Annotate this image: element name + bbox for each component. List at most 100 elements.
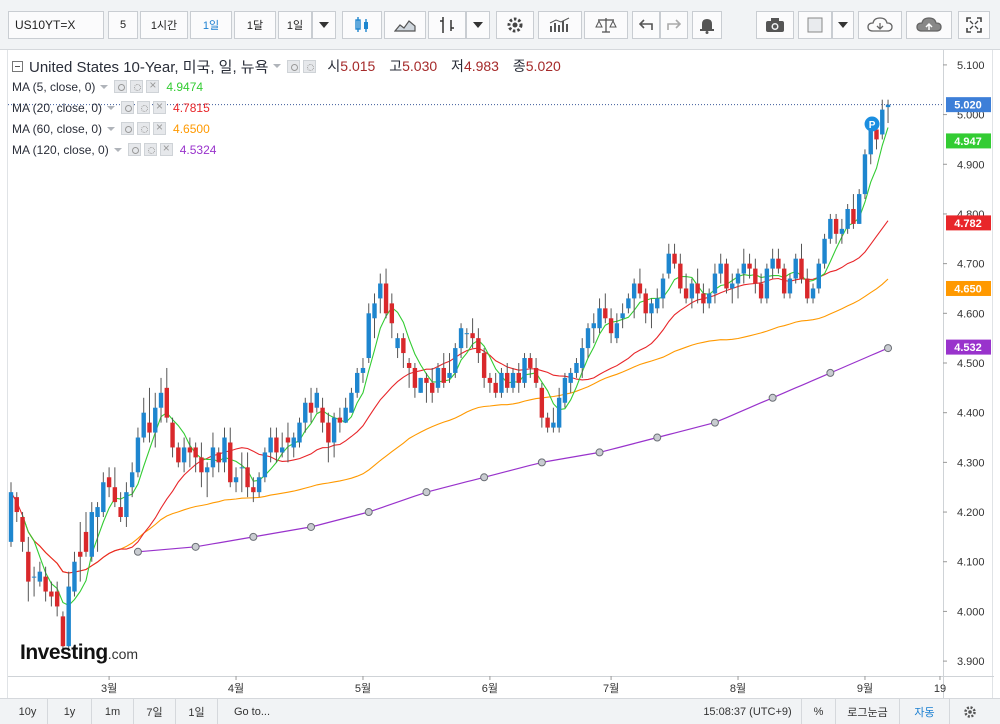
fullscreen-button[interactable] (958, 11, 990, 39)
close-icon[interactable] (146, 78, 160, 93)
candle-body (106, 477, 112, 488)
settings-button[interactable] (496, 11, 534, 39)
candle-body (758, 283, 764, 299)
candle-body (597, 308, 602, 329)
candle-body (678, 263, 683, 289)
camera-icon (766, 18, 784, 32)
gear-icon[interactable] (137, 101, 151, 114)
close-icon[interactable] (153, 99, 167, 114)
ma-label: MA (60, close, 0) (12, 121, 103, 136)
indicators-button[interactable] (538, 11, 582, 39)
chart-settings-button[interactable] (952, 699, 988, 724)
candle-style-button[interactable] (342, 11, 382, 39)
interval-1hour-button[interactable]: 1시간 (140, 11, 188, 39)
eye-icon[interactable] (287, 59, 301, 73)
chevron-down-icon[interactable] (113, 147, 122, 152)
line-style-button[interactable] (384, 11, 426, 39)
gear-icon[interactable] (137, 122, 151, 135)
ma120-marker (884, 344, 893, 353)
percent-scale-button[interactable]: % (802, 699, 836, 724)
eye-icon[interactable] (114, 80, 128, 93)
candle-body (828, 218, 833, 239)
gear-icon[interactable] (303, 59, 317, 73)
interval-1day-label: 1일 (202, 20, 220, 32)
gear-icon[interactable] (143, 143, 157, 156)
candle-body (291, 437, 296, 448)
auto-scale-button[interactable]: 자동 (900, 699, 950, 724)
candlestick-icon (355, 17, 368, 32)
candle-body (712, 273, 718, 294)
candle-body (147, 422, 152, 433)
range-label: 1y (63, 705, 76, 718)
interval-input[interactable]: 5 (108, 11, 138, 39)
color-button[interactable] (798, 11, 832, 39)
gear-icon[interactable] (130, 80, 144, 93)
range-1d-button[interactable]: 1일 (176, 699, 218, 724)
goto-button[interactable]: Go to... (224, 699, 280, 724)
chevron-down-icon[interactable] (107, 105, 116, 110)
bell-alert-icon (700, 19, 714, 34)
candle-body (637, 283, 643, 294)
candle-body (383, 283, 389, 314)
y-tick-label: 3.900 (957, 656, 985, 668)
candle-body (539, 387, 545, 418)
candle-body (447, 372, 452, 378)
candle-body (424, 377, 429, 383)
color-dropdown-arrow[interactable] (832, 11, 854, 39)
eye-icon[interactable] (121, 122, 135, 135)
ma120-marker (422, 488, 431, 497)
symbol-input[interactable]: US10YT=X (8, 11, 104, 39)
range-7d-button[interactable]: 7일 (134, 699, 176, 724)
collapse-legend-icon[interactable] (12, 60, 23, 72)
candle-body (649, 303, 654, 314)
candle-body (781, 268, 787, 294)
open-value: 5.015 (340, 58, 376, 74)
alert-button[interactable] (692, 11, 722, 39)
interval-1day-button[interactable]: 1일 (190, 11, 232, 39)
ma120-marker (364, 508, 373, 517)
candle-body (303, 402, 308, 423)
candle-body (522, 358, 527, 383)
x-tick-label: 4월 (228, 682, 244, 695)
interval-1month-button[interactable]: 1달 (234, 11, 276, 39)
range-1m-button[interactable]: 1m (92, 699, 134, 724)
ma-label: MA (5, close, 0) (12, 79, 96, 94)
range-1y-button[interactable]: 1y (48, 699, 92, 724)
cloud-save-button[interactable] (858, 11, 902, 39)
clock-text: 15:08:37 (UTC+9) (703, 705, 792, 718)
candle-body (187, 447, 193, 453)
eye-icon[interactable] (121, 101, 135, 114)
ma120-marker (191, 542, 200, 551)
x-tick-label: 19 (934, 683, 946, 695)
candle-body (505, 372, 510, 388)
style-dropdown-arrow[interactable] (466, 11, 490, 39)
scale-balance-icon (595, 18, 617, 33)
interval-dropdown-button[interactable]: 1일 (278, 11, 312, 39)
undo-button[interactable] (632, 11, 660, 39)
range-10y-button[interactable]: 10y (8, 699, 48, 724)
ma-legend-row: MA (20, close, 0) 4.7815 (12, 97, 571, 118)
candle-body (124, 492, 129, 518)
bar-style-button[interactable] (428, 11, 466, 39)
screenshot-button[interactable] (756, 11, 794, 39)
ma120-marker (133, 547, 142, 556)
cloud-load-button[interactable] (906, 11, 952, 39)
log-label: 로그눈금 (847, 706, 888, 719)
log-scale-button[interactable]: 로그눈금 (836, 699, 900, 724)
candle-body (222, 437, 227, 463)
candle-body (176, 447, 181, 463)
low-label: 저 (451, 58, 464, 74)
eye-icon[interactable] (127, 143, 141, 156)
color-swatch-icon (807, 17, 823, 33)
chevron-down-icon[interactable] (273, 64, 282, 68)
redo-button[interactable] (660, 11, 688, 39)
close-icon[interactable] (153, 120, 167, 135)
close-icon[interactable] (159, 141, 173, 156)
candle-body (89, 512, 94, 557)
chevron-down-icon[interactable] (100, 84, 109, 89)
chevron-down-icon[interactable] (107, 126, 116, 131)
compare-button[interactable] (584, 11, 628, 39)
indicator-chart-icon (549, 17, 570, 32)
interval-dropdown-arrow[interactable] (312, 11, 336, 39)
candle-body (810, 288, 816, 299)
